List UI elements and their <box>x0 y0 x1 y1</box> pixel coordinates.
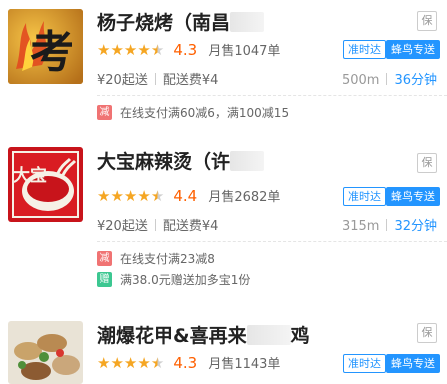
blurred-text <box>230 12 265 32</box>
thumbnail-logo-text: 考 <box>30 27 74 78</box>
dashed-divider <box>97 241 447 243</box>
on-time-badge: 准时达 <box>343 187 386 206</box>
shop-name[interactable]: 杨子烧烤（南昌 <box>97 8 265 35</box>
star-icon: ★ <box>110 187 124 205</box>
divider <box>386 73 388 85</box>
promo-row: 减在线支付满23减8 <box>97 250 215 266</box>
monthly-sales: 月售1143单 <box>208 357 281 372</box>
star-icon: ★ <box>110 354 124 372</box>
shop-name[interactable]: 大宝麻辣烫（许 <box>97 147 265 174</box>
star-icon: ★ <box>97 187 111 205</box>
half-star-icon: ★ <box>150 187 165 205</box>
blurred-text <box>246 325 291 345</box>
gift-icon: 赠 <box>97 272 112 287</box>
rating-score: 4.3 <box>173 40 198 59</box>
delivery-fee: 配送费¥4 <box>162 73 219 88</box>
rating-row: ★★★★★ 4.3 月售1143单 <box>97 352 281 373</box>
shop-thumbnail[interactable] <box>8 321 83 384</box>
distance-time: 315m 32分钟 <box>342 215 437 234</box>
divider <box>386 219 388 231</box>
star-icon: ★ <box>137 41 151 59</box>
shop-card-3[interactable]: 潮爆花甲&喜再来鸡 保 ★★★★★ 4.3 月售1143单 准时达 蜂鸟专送 <box>0 315 447 384</box>
rating-score: 4.4 <box>173 186 198 205</box>
star-icon: ★ <box>137 187 151 205</box>
delivery-fee: 配送费¥4 <box>162 219 219 234</box>
guarantee-badge: 保 <box>417 323 437 343</box>
divider <box>154 219 156 231</box>
rating-stars: ★★★★★ <box>97 353 164 372</box>
discount-icon: 减 <box>97 105 112 120</box>
guarantee-badge: 保 <box>417 153 437 173</box>
guarantee-badge: 保 <box>417 11 437 31</box>
half-star-icon: ★ <box>150 354 165 372</box>
monthly-sales: 月售2682单 <box>208 190 281 205</box>
delivery-service-badge: 蜂鸟专送 <box>386 354 440 373</box>
rating-stars: ★★★★★ <box>97 186 164 205</box>
shop-card-1[interactable]: 考 杨子烧烤（南昌 保 ★★★★★ 4.3 月售1047单 准时达 蜂鸟专送 ¥… <box>0 0 447 131</box>
min-order: ¥20起送 <box>97 73 148 88</box>
on-time-badge: 准时达 <box>343 354 386 373</box>
half-star-icon: ★ <box>150 41 165 59</box>
distance: 315m <box>341 219 380 234</box>
promo-row: 减在线支付满60减6，满100减15 <box>97 104 289 120</box>
promo-text: 满38.0元赠送加多宝1份 <box>120 273 251 287</box>
rating-score: 4.3 <box>173 353 198 372</box>
star-icon: ★ <box>123 187 138 205</box>
shop-thumbnail[interactable]: 考 <box>8 9 83 84</box>
delivery-service-badge: 蜂鸟专送 <box>386 40 440 59</box>
star-icon: ★ <box>123 354 138 372</box>
star-icon: ★ <box>97 354 111 372</box>
promo-text: 在线支付满60减6，满100减15 <box>120 106 290 120</box>
delivery-info: ¥20起送 配送费¥4 <box>97 69 218 88</box>
shop-card-2[interactable]: 大宝 大宝麻辣烫（许 保 ★★★★★ 4.4 月售2682单 准时达 蜂鸟专送 … <box>0 147 447 315</box>
promo-row: 赠满38.0元赠送加多宝1份 <box>97 271 250 287</box>
min-order: ¥20起送 <box>97 219 148 234</box>
blurred-text <box>230 151 265 171</box>
star-icon: ★ <box>97 41 111 59</box>
dashed-divider <box>97 95 447 97</box>
star-icon: ★ <box>110 41 124 59</box>
delivery-info: ¥20起送 配送费¥4 <box>97 215 218 234</box>
delivery-service-badge: 蜂鸟专送 <box>386 187 440 206</box>
thumbnail-logo-text: 大宝 <box>13 165 47 186</box>
rating-row: ★★★★★ 4.4 月售2682单 <box>97 185 281 206</box>
monthly-sales: 月售1047单 <box>208 44 281 59</box>
discount-icon: 减 <box>97 251 112 266</box>
promo-text: 在线支付满23减8 <box>120 252 215 266</box>
shop-thumbnail[interactable]: 大宝 <box>8 147 83 222</box>
rating-row: ★★★★★ 4.3 月售1047单 <box>97 39 281 60</box>
distance: 500m <box>341 73 380 88</box>
star-icon: ★ <box>137 354 151 372</box>
distance-time: 500m 36分钟 <box>342 69 437 88</box>
on-time-badge: 准时达 <box>343 40 386 59</box>
delivery-time: 32分钟 <box>394 219 437 234</box>
shop-name[interactable]: 潮爆花甲&喜再来鸡 <box>97 321 310 348</box>
divider <box>154 73 156 85</box>
star-icon: ★ <box>123 41 138 59</box>
rating-stars: ★★★★★ <box>97 40 164 59</box>
delivery-time: 36分钟 <box>394 73 437 88</box>
